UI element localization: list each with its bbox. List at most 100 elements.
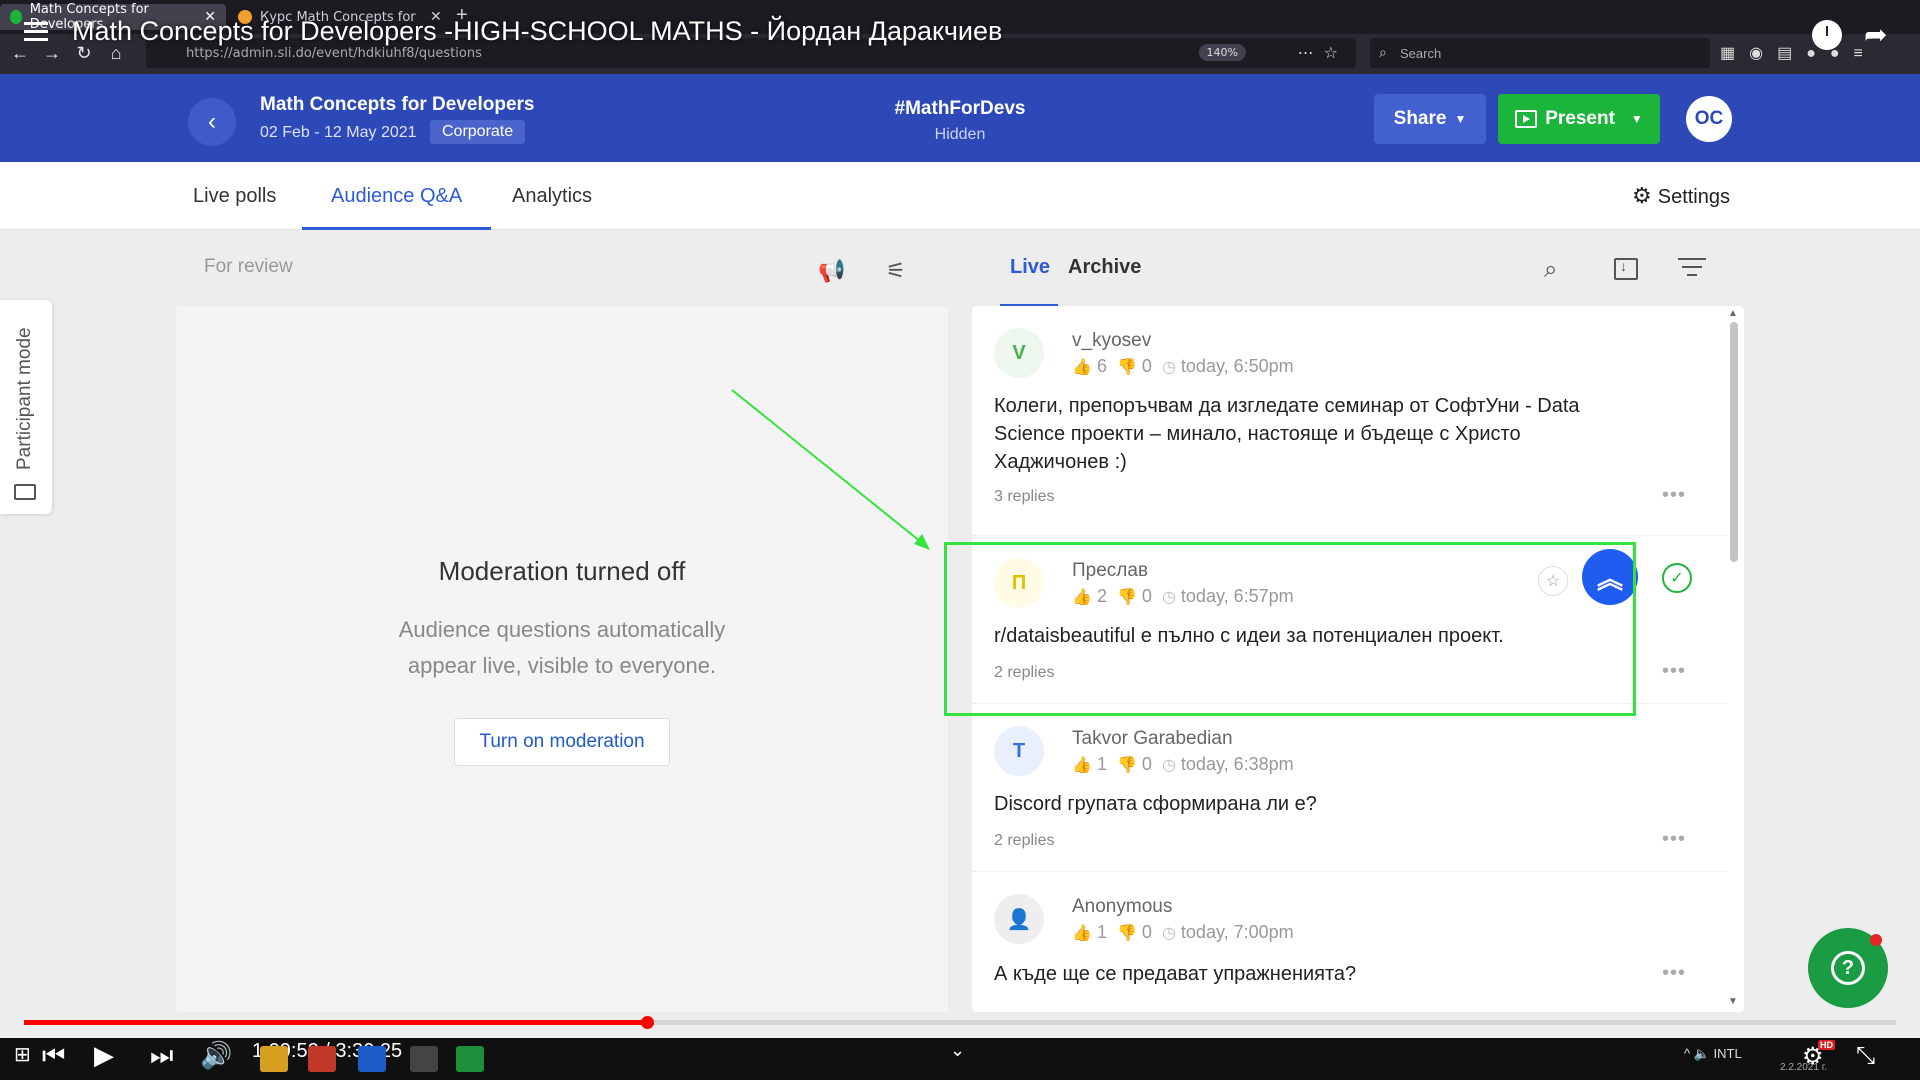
clock-icon: ◷ [1161,925,1176,942]
video-progress-fill [24,1020,647,1025]
questions-list: V v_kyosev 👍 6 👎 0 ◷ today, 6:50pm Колег… [972,306,1744,1012]
scroll-up-icon[interactable]: ▲ [1728,308,1738,319]
next-icon[interactable]: ⏭ [150,1040,173,1072]
question-time: today, 6:57pm [1180,586,1294,606]
replies-link[interactable]: 2 replies [994,664,1054,682]
question-time: today, 6:50pm [1180,356,1294,376]
tab-analytics[interactable]: Analytics [512,162,592,230]
back-arrow-icon[interactable]: ← [8,43,32,64]
file-explorer-icon[interactable] [260,1046,288,1072]
share-button[interactable]: Share ▼ [1374,94,1486,144]
question-meta: 👍 2 👎 0 ◷ today, 6:57pm [1072,586,1294,607]
thumbs-up-icon[interactable]: 👍 [1072,925,1092,942]
back-button[interactable]: ‹ [188,98,236,146]
archive-icon[interactable] [1614,258,1638,280]
tab-live[interactable]: Live [1010,256,1050,279]
question-meta: 👍 6 👎 0 ◷ today, 6:50pm [1072,356,1294,377]
settings-button[interactable]: ⚙ Settings [1632,162,1730,230]
megaphone-icon[interactable]: 📢 [818,258,845,284]
share-arrow-icon[interactable]: ➦ [1864,18,1887,51]
replies-link[interactable]: 2 replies [994,832,1054,850]
toolbar-extension-icons[interactable]: ▦◉▤●●≡ [1720,43,1877,63]
more-options-icon[interactable]: ••• [1662,660,1686,683]
monitor-icon [14,484,36,500]
more-options-icon[interactable]: ••• [1662,962,1686,985]
thumbs-up-icon[interactable]: 👍 [1072,359,1092,376]
zoom-level-badge[interactable]: 140% [1198,44,1246,61]
spreadsheet-app-icon[interactable] [456,1046,484,1072]
question-time: today, 6:38pm [1180,754,1294,774]
pdf-app-icon[interactable] [308,1046,336,1072]
star-icon[interactable]: ☆ [1538,566,1568,596]
mark-answered-check-icon[interactable]: ✓ [1662,563,1692,593]
thumbs-down-icon[interactable]: 👎 [1117,925,1137,942]
search-placeholder: Search [1400,45,1442,61]
watch-later-icon[interactable] [1812,20,1842,50]
question-time: today, 7:00pm [1180,922,1294,942]
highlight-question-button[interactable]: ︽ [1582,549,1638,605]
questions-scrollbar[interactable]: ▲ ▼ [1728,308,1740,1007]
thumbs-up-icon[interactable]: 👍 [1072,589,1092,606]
event-code[interactable]: #MathForDevs [860,98,1060,120]
browser-search-input[interactable]: ⌕ Search [1370,38,1710,68]
question-text: Discord групата сформирана ли е? [994,793,1317,815]
previous-icon[interactable]: ⏮ [42,1040,65,1072]
tray-expand-icon[interactable]: ^ [1684,1046,1690,1061]
thumbs-down-icon[interactable]: 👎 [1117,589,1137,606]
volume-icon[interactable]: 🔊 [200,1040,232,1071]
tab-audience-qa[interactable]: Audience Q&A [302,162,492,230]
double-chevron-up-icon: ︽ [1596,563,1623,594]
share-button-label: Share [1393,108,1447,129]
play-icon[interactable]: ▶ [94,1040,114,1071]
playlist-menu-icon[interactable] [24,22,48,46]
thumbs-down-icon[interactable]: 👎 [1117,359,1137,376]
chevron-down-icon: ▼ [1454,112,1467,126]
url-text: https://admin.sli.do/event/hdkiuhf8/ques… [186,45,482,61]
replies-link[interactable]: 3 replies [994,488,1054,506]
question-text: Колеги, препоръчвам да изгледате семинар… [994,395,1580,473]
clock-icon: ◷ [1161,757,1176,774]
word-app-icon[interactable] [358,1046,386,1072]
url-action-icons[interactable]: ⋯☆ [1298,43,1348,62]
scrollbar-thumb[interactable] [1730,322,1738,562]
clock-icon: ◷ [1161,589,1176,606]
settings-label: Settings [1657,186,1730,208]
speaker-icon[interactable]: 🔈 [1694,1046,1710,1061]
more-options-icon[interactable]: ••• [1662,828,1686,851]
tab-archive[interactable]: Archive [1068,256,1141,279]
question-author: Преслав [1072,560,1149,581]
video-progress-knob[interactable] [641,1016,654,1029]
section-tabs: Live polls Audience Q&A Analytics ⚙ Setti… [0,162,1920,230]
tab-live-polls[interactable]: Live polls [193,162,276,230]
thumbs-up-icon[interactable]: 👍 [1072,757,1092,774]
exit-fullscreen-icon[interactable]: ⤡ [1856,1042,1875,1070]
event-visibility: Hidden [934,126,986,143]
windows-start-icon[interactable]: ⊞ [14,1042,31,1067]
forward-arrow-icon[interactable]: → [40,43,64,64]
clock-app-icon[interactable] [410,1046,438,1072]
chevron-down-icon[interactable]: ⌄ [950,1040,965,1061]
more-options-icon[interactable]: ••• [1662,484,1686,507]
question-item[interactable]: T Takvor Garabedian 👍 1 👎 0 ◷ today, 6:3… [972,704,1728,872]
thumbs-down-icon[interactable]: 👎 [1117,757,1137,774]
scroll-down-icon[interactable]: ▼ [1728,996,1738,1007]
present-button-label: Present [1545,108,1615,129]
present-button[interactable]: Present ▼ [1498,94,1660,144]
question-author: Anonymous [1072,896,1173,917]
notification-dot [1870,934,1882,946]
hd-badge: HD [1818,1040,1835,1050]
like-count: 6 [1096,356,1107,376]
author-avatar: V [994,328,1044,378]
author-avatar: П [994,558,1044,608]
question-item[interactable]: 👤 Anonymous 👍 1 👎 0 ◷ today, 7:00pm А къ… [972,872,1728,1012]
question-item[interactable]: V v_kyosev 👍 6 👎 0 ◷ today, 6:50pm Колег… [972,306,1728,536]
user-avatar[interactable]: OC [1686,96,1732,142]
sliders-icon[interactable]: ⚟ [886,258,906,284]
filter-icon[interactable] [1678,258,1706,282]
video-title[interactable]: Math Concepts for Developers -HIGH-SCHOO… [72,16,1002,47]
turn-on-moderation-button[interactable]: Turn on moderation [454,718,670,766]
participant-mode-toggle[interactable]: Participant mode [0,300,52,514]
search-icon[interactable]: ⌕ [1544,256,1557,284]
video-progress-bar[interactable] [24,1016,1896,1029]
question-mark-icon: ? [1831,951,1865,985]
